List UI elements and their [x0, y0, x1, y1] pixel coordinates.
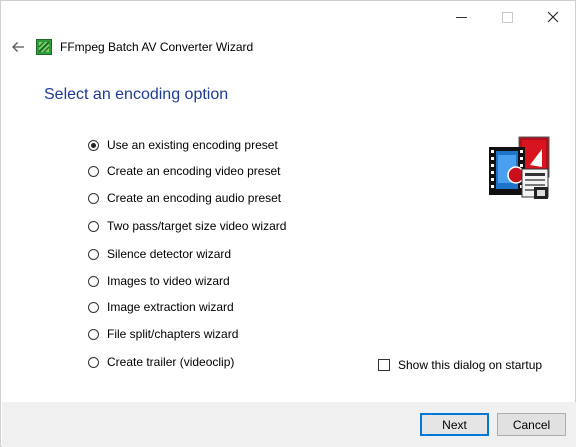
close-icon: [547, 11, 559, 23]
option-existing-preset[interactable]: Use an existing encoding preset: [88, 135, 278, 155]
radio-button[interactable]: [88, 192, 99, 204]
maximize-button[interactable]: [484, 4, 530, 30]
back-arrow-icon[interactable]: [9, 38, 27, 56]
option-audio-preset[interactable]: Create an encoding audio preset: [88, 188, 281, 208]
option-label: Image extraction wizard: [107, 300, 234, 314]
close-button[interactable]: [530, 4, 576, 30]
option-image-extraction[interactable]: Image extraction wizard: [88, 297, 234, 317]
radio-button[interactable]: [88, 248, 99, 260]
wizard-window: FFmpeg Batch AV Converter Wizard Select …: [0, 0, 576, 447]
option-label: Create an encoding video preset: [107, 164, 281, 178]
option-silence-detector[interactable]: Silence detector wizard: [88, 244, 231, 264]
cancel-button[interactable]: Cancel: [497, 413, 566, 436]
page-heading: Select an encoding option: [44, 86, 229, 103]
media-files-illustration-icon: [489, 136, 550, 199]
option-label: File split/chapters wizard: [107, 327, 239, 341]
dialog-footer: [2, 402, 576, 447]
radio-button[interactable]: [88, 328, 99, 340]
option-two-pass-wizard[interactable]: Two pass/target size video wizard: [88, 216, 286, 236]
radio-button[interactable]: [88, 165, 99, 177]
maximize-icon: [501, 11, 513, 23]
radio-button[interactable]: [88, 139, 99, 151]
option-label: Silence detector wizard: [107, 247, 232, 261]
option-video-preset[interactable]: Create an encoding video preset: [88, 161, 280, 181]
option-create-trailer[interactable]: Create trailer (videoclip): [88, 352, 234, 372]
radio-button[interactable]: [88, 301, 99, 313]
next-button[interactable]: Next: [420, 413, 489, 436]
option-label: Create an encoding audio preset: [107, 191, 282, 205]
option-file-split[interactable]: File split/chapters wizard: [88, 324, 238, 344]
window-title: FFmpeg Batch AV Converter Wizard: [60, 40, 254, 54]
show-on-startup-checkbox-row[interactable]: Show this dialog on startup: [378, 355, 542, 375]
radio-button[interactable]: [88, 356, 99, 368]
option-images-to-video[interactable]: Images to video wizard: [88, 271, 230, 291]
option-label: Two pass/target size video wizard: [107, 219, 287, 233]
show-on-startup-checkbox[interactable]: [378, 359, 390, 371]
radio-button[interactable]: [88, 275, 99, 287]
app-logo-icon: [36, 39, 52, 55]
minimize-button[interactable]: [438, 4, 484, 30]
option-label: Create trailer (videoclip): [107, 355, 235, 369]
option-label: Use an existing encoding preset: [107, 138, 278, 152]
show-on-startup-label: Show this dialog on startup: [398, 358, 543, 372]
option-label: Images to video wizard: [107, 274, 230, 288]
minimize-icon: [455, 16, 467, 18]
radio-button[interactable]: [88, 220, 99, 232]
